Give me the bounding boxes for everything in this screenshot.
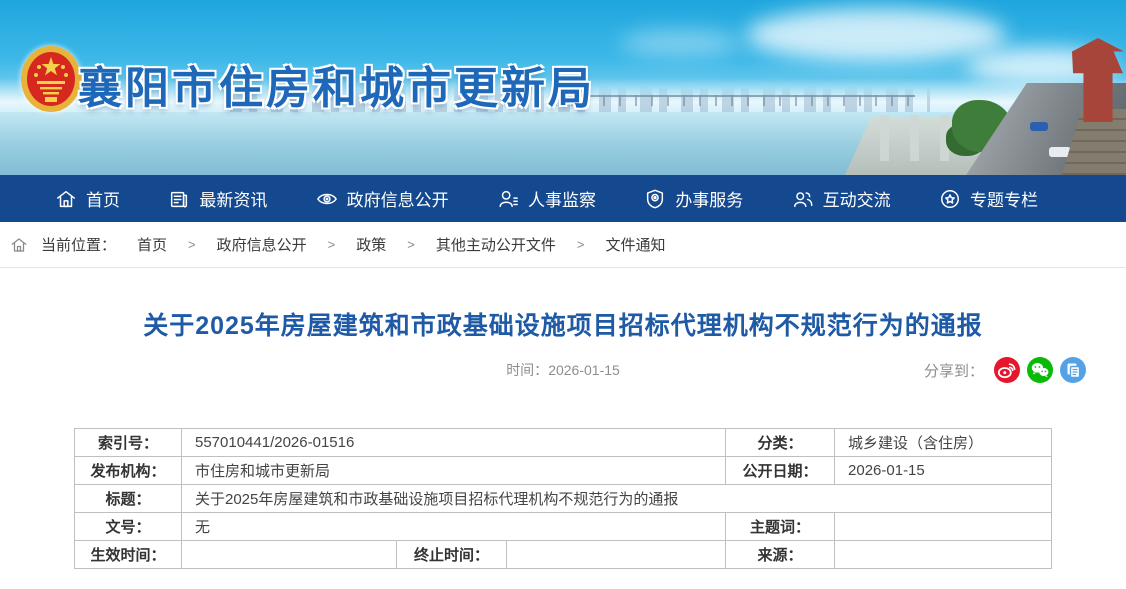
share-wechat-button[interactable] [1027,357,1053,383]
article-meta-row: 时间：2026-01-15 分享到： [0,356,1126,384]
nav-item-label: 办事服务 [675,186,743,211]
eye-icon [316,188,338,210]
people-chat-icon [792,188,814,210]
breadcrumb-separator: > [188,237,196,252]
site-title[interactable]: 襄阳市住房和城市更新局 [78,52,595,116]
time-value: 2026-01-15 [548,362,620,378]
share-label: 分享到： [924,360,984,381]
nav-item-interaction[interactable]: 互动交流 [792,186,891,211]
person-icon [497,188,519,210]
issuing-org-label: 发布机构： [74,457,181,485]
keywords-label: 主题词： [726,513,835,541]
breadcrumb-item-file-notice[interactable]: 文件通知 [605,234,665,255]
national-emblem-logo[interactable] [19,45,83,115]
doc-number-value: 无 [181,513,725,541]
index-number-label: 索引号： [74,429,181,457]
table-row: 标题： 关于2025年房屋建筑和市政基础设施项目招标代理机构不规范行为的通报 [74,485,1051,513]
publish-date-label: 公开日期： [726,457,835,485]
effective-date-label: 生效时间： [74,541,181,569]
breadcrumb-item-gov-info[interactable]: 政府信息公开 [217,234,307,255]
breadcrumb-item-policy[interactable]: 政策 [356,234,386,255]
expiry-date-value [506,541,725,569]
index-number-value: 557010441/2026-01516 [181,429,725,457]
nav-item-label: 政府信息公开 [347,186,449,211]
breadcrumb: 当前位置： 首页 > 政府信息公开 > 政策 > 其他主动公开文件 > 文件通知 [0,222,1126,268]
breadcrumb-separator: > [577,237,585,252]
document-meta-table: 索引号： 557010441/2026-01516 分类： 城乡建设（含住房） … [74,428,1052,569]
expiry-date-label: 终止时间： [396,541,506,569]
doc-number-label: 文号： [74,513,181,541]
nav-item-special-columns[interactable]: 专题专栏 [939,186,1038,211]
nav-item-label: 首页 [86,186,120,211]
table-row: 生效时间： 终止时间： 来源： [74,541,1051,569]
banner-car [1030,122,1048,131]
share-bar: 分享到： [924,357,1086,383]
doc-title-value: 关于2025年房屋建筑和市政基础设施项目招标代理机构不规范行为的通报 [181,485,1051,513]
share-copy-button[interactable] [1060,357,1086,383]
shield-icon [644,188,666,210]
issuing-org-value: 市住房和城市更新局 [181,457,725,485]
source-value [835,541,1052,569]
nav-item-label: 互动交流 [823,186,891,211]
source-label: 来源： [726,541,835,569]
nav-item-label: 人事监察 [528,186,596,211]
nav-item-gov-info[interactable]: 政府信息公开 [316,186,449,211]
time-label: 时间： [506,362,548,378]
table-row: 文号： 无 主题词： [74,513,1051,541]
home-icon [10,236,28,254]
breadcrumb-separator: > [407,237,415,252]
site-banner: 襄阳市住房和城市更新局 [0,0,1126,175]
main-nav: 首页 最新资讯 政府信息公开 人事监察 办事服务 互动交流 专题专栏 [0,175,1126,222]
table-row: 索引号： 557010441/2026-01516 分类： 城乡建设（含住房） [74,429,1051,457]
article-title: 关于2025年房屋建筑和市政基础设施项目招标代理机构不规范行为的通报 [0,306,1126,342]
category-label: 分类： [726,429,835,457]
nav-item-label: 专题专栏 [970,186,1038,211]
nav-item-news[interactable]: 最新资讯 [168,186,267,211]
home-icon [55,188,77,210]
breadcrumb-item-other-public-files[interactable]: 其他主动公开文件 [436,234,556,255]
star-circle-icon [939,188,961,210]
effective-date-value [181,541,396,569]
keywords-value [835,513,1052,541]
breadcrumb-item-home[interactable]: 首页 [137,234,167,255]
publish-date-value: 2026-01-15 [835,457,1052,485]
nav-item-label: 最新资讯 [199,186,267,211]
category-value: 城乡建设（含住房） [835,429,1052,457]
breadcrumb-prefix: 当前位置： [41,234,116,255]
nav-item-home[interactable]: 首页 [55,186,120,211]
nav-item-personnel[interactable]: 人事监察 [497,186,596,211]
news-icon [168,188,190,210]
banner-cloud [746,8,1006,62]
banner-cloud [620,30,740,56]
nav-item-services[interactable]: 办事服务 [644,186,743,211]
share-weibo-button[interactable] [994,357,1020,383]
doc-title-label: 标题： [74,485,181,513]
breadcrumb-separator: > [328,237,336,252]
table-row: 发布机构： 市住房和城市更新局 公开日期： 2026-01-15 [74,457,1051,485]
banner-river-bridge [555,95,915,106]
